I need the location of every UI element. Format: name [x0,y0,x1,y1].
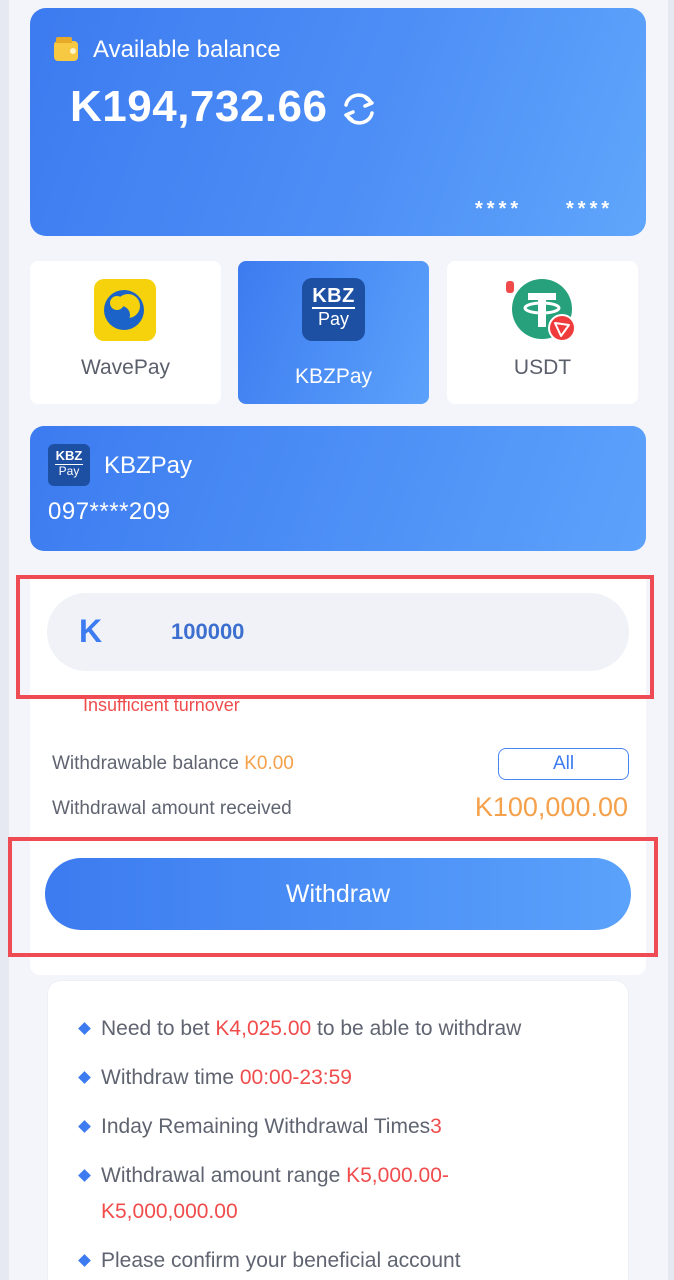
balance-amount: K194,732.66 [70,82,328,131]
method-tile-wavepay[interactable]: WavePay [30,261,221,404]
card-number-mask: **** [475,198,523,220]
note-text: to be able to withdraw [311,1017,522,1040]
highlight-box-withdraw [8,837,658,957]
card-number-mask: **** [566,198,614,220]
method-label: USDT [513,356,572,379]
kbzpay-logo-icon: KBZ Pay [302,278,365,341]
refresh-icon[interactable] [338,88,380,130]
note-text: Need to bet [101,1017,216,1040]
logo-text: Pay [55,464,83,478]
note-text: Withdraw time [101,1066,240,1089]
note-highlight: 3 [430,1115,442,1138]
note-highlight: 00:00-23:59 [239,1066,352,1089]
logo-text: Pay [312,307,355,329]
method-tile-usdt[interactable]: USDT [447,261,638,404]
note-text: Withdrawal amount range [101,1164,347,1187]
logo-text: KBZ [312,285,355,307]
withdrawable-balance-value: K0.00 [244,753,294,774]
frame-right-edge [668,0,674,1280]
method-label: KBZPay [294,365,373,388]
note-item: Withdrawal amount range K5,000.00- K5,000… [101,1158,449,1230]
note-text: Inday Remaining Withdrawal Times [101,1115,431,1138]
balance-label: Available balance [93,36,281,63]
note-item: Withdraw time 00:00-23:59 [101,1060,352,1096]
withdrawable-balance-text: Withdrawable balance [52,753,245,774]
account-number: 097****209 [48,498,171,525]
balance-card: Available balance K194,732.66 **** **** [30,8,646,236]
highlight-box-amount [16,575,654,699]
frame-left-edge [0,0,9,1280]
received-amount-value: K100,000.00 [474,792,628,822]
logo-text: KBZ [55,448,83,463]
received-amount-label: Withdrawal amount received [52,798,292,819]
kbzpay-logo-icon: KBZ Pay [48,444,90,486]
wallet-icon [54,37,78,61]
note-item: Please confirm your beneficial account [101,1243,461,1279]
note-item: Need to bet K4,025.00 to be able to with… [101,1011,521,1047]
usdt-logo-icon [512,279,576,342]
method-tile-kbzpay[interactable]: KBZ Pay KBZPay [238,261,429,404]
wavepay-logo-icon [94,279,156,341]
note-highlight: K5,000,000.00 [101,1200,238,1223]
account-card[interactable]: KBZ Pay KBZPay 097****209 [30,426,646,551]
withdrawable-balance-label: Withdrawable balance K0.00 [52,753,294,775]
note-item: Inday Remaining Withdrawal Times3 [101,1109,442,1145]
note-highlight: K4,025.00 [215,1017,312,1040]
account-name: KBZPay [104,452,193,479]
error-message: Insufficient turnover [83,695,240,715]
method-label: WavePay [80,356,171,379]
note-highlight: K5,000.00- [346,1164,449,1187]
all-button[interactable]: All [498,748,629,780]
note-text: Please confirm your beneficial account [101,1249,461,1272]
